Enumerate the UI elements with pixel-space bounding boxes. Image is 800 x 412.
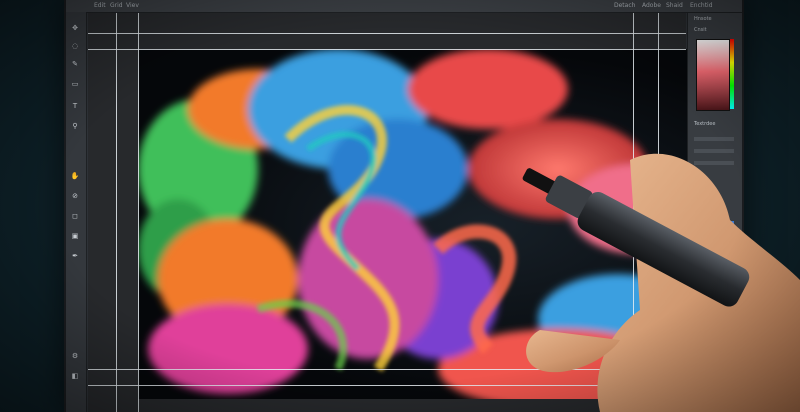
brush-icon[interactable]: ✎	[70, 60, 80, 68]
settings-icon[interactable]: ⚙	[70, 352, 80, 360]
panel-header: Hnsote	[694, 16, 712, 22]
guide-line-left-inner[interactable]	[138, 13, 139, 412]
layer-icon[interactable]: ▣	[70, 232, 80, 240]
menu-view[interactable]: Viev	[126, 2, 139, 10]
menu-shaid[interactable]: Shaid	[666, 2, 683, 10]
panel-sub-label: Cnsit	[694, 27, 707, 33]
menu-grid[interactable]: Grid	[110, 2, 123, 10]
hand-with-vape	[522, 153, 800, 412]
menu-detach[interactable]: Detach	[614, 2, 635, 10]
shape-icon[interactable]: ◻	[70, 212, 80, 220]
hand-icon[interactable]: ✋	[70, 172, 80, 180]
color-picker[interactable]	[696, 39, 730, 111]
move-icon[interactable]: ✥	[70, 24, 80, 32]
scene: Edit Grid Viev Detach Adobe Shaid Enchti…	[0, 0, 800, 412]
guide-line-left[interactable]	[116, 13, 117, 412]
menu-enchtid[interactable]: Enchtid	[690, 2, 713, 10]
menu-bar: Edit Grid Viev Detach Adobe Shaid Enchti…	[66, 0, 742, 13]
menu-adobe[interactable]: Adobe	[642, 2, 661, 10]
hue-slider[interactable]	[730, 39, 734, 109]
guide-line-top[interactable]	[88, 33, 686, 34]
eraser-icon[interactable]: ▭	[70, 80, 80, 88]
foreground-swatch-icon[interactable]: ◧	[70, 372, 80, 380]
panel-mid-label: Textrdee	[694, 121, 716, 127]
text-icon[interactable]: T	[70, 102, 80, 110]
tool-palette: ✥ ◌ ✎ ▭ T ⚲ ✋ ⊘ ◻ ▣ ✒ ⚙ ◧	[66, 12, 87, 412]
lasso-icon[interactable]: ◌	[70, 42, 80, 50]
eyedropper-icon[interactable]: ⊘	[70, 192, 80, 200]
pen-icon[interactable]: ✒	[70, 252, 80, 260]
zoom-icon[interactable]: ⚲	[70, 122, 80, 130]
menu-edit[interactable]: Edit	[94, 2, 106, 10]
guide-line-top-inner[interactable]	[88, 49, 686, 50]
